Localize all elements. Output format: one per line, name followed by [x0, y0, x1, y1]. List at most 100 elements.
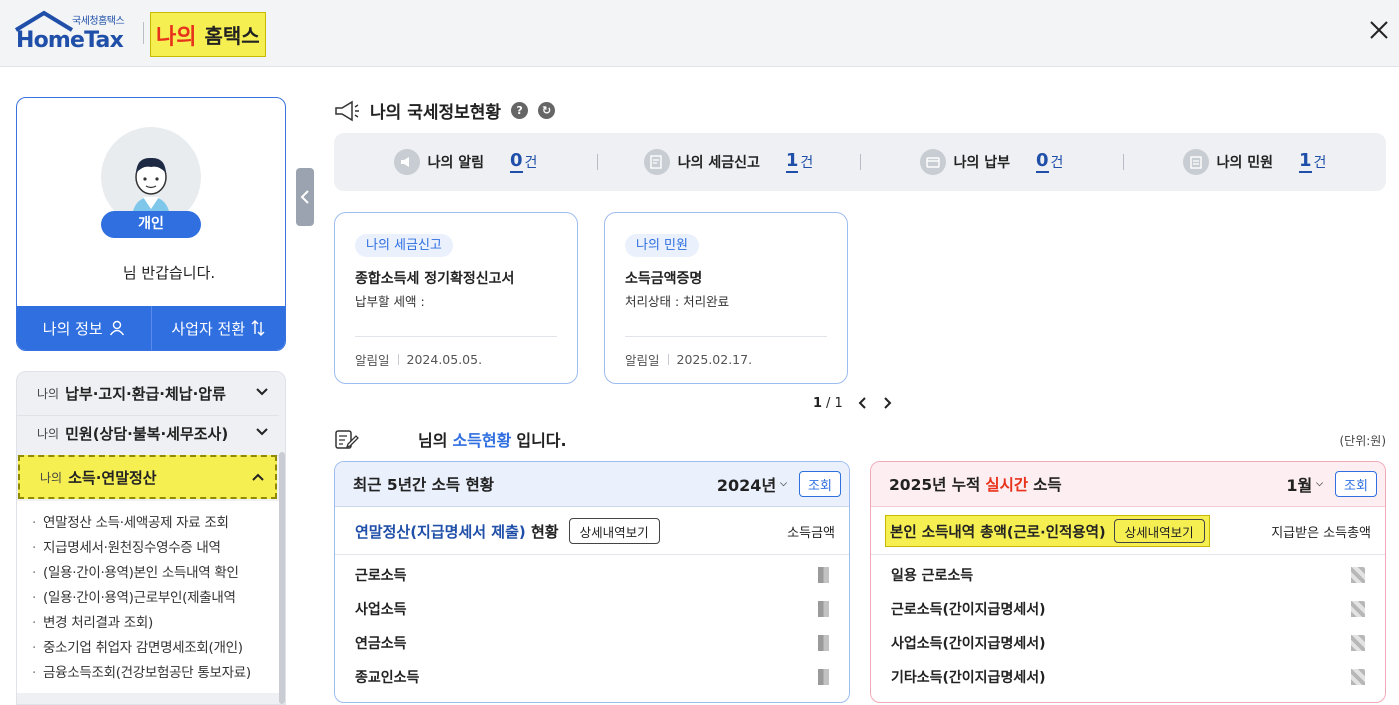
notice-date: 2024.05.05.: [406, 352, 483, 367]
document-pen-icon: [335, 430, 359, 449]
notice-card-civil[interactable]: 나의 민원 소득금액증명 처리상태 : 처리완료 알림일 2025.02.17.: [604, 212, 848, 384]
summary-count[interactable]: 1: [1298, 151, 1312, 173]
notice-subtext: 처리상태 : 처리완료: [625, 294, 730, 309]
summary-payment[interactable]: 나의 납부 0 건: [860, 149, 1123, 175]
year-select[interactable]: 2024년 ⌵: [717, 472, 787, 496]
summary-alerts[interactable]: 나의 알림 0 건: [334, 149, 597, 175]
income-row: 연금소득: [335, 626, 849, 660]
query-button[interactable]: 조회: [1335, 471, 1377, 497]
month-value: 1월: [1286, 476, 1313, 495]
switch-business-label: 사업자 전환: [171, 319, 246, 338]
submenu-item[interactable]: 금융소득조회(건강보험공단 통보자료): [17, 661, 279, 686]
refresh-icon[interactable]: ↻: [538, 102, 556, 119]
masked-value: [818, 567, 829, 583]
chevron-down-icon: [256, 428, 268, 436]
notice-divider: [625, 336, 827, 337]
column-header: 지급받은 소득총액: [1271, 525, 1371, 541]
my-info-button[interactable]: 나의 정보: [17, 306, 151, 350]
income-row: 종교인소득: [335, 660, 849, 694]
document-edit-icon: [643, 149, 670, 175]
menu-income[interactable]: 나의 소득·연말정산: [18, 455, 277, 499]
summary-count[interactable]: 0: [509, 151, 523, 173]
notice-title: 소득금액증명: [625, 271, 703, 287]
switch-business-button[interactable]: 사업자 전환: [150, 306, 286, 350]
collapse-sidebar-button[interactable]: [296, 168, 314, 226]
sub-title-black: 현황: [530, 522, 559, 541]
menu-prefix: 나의: [37, 387, 60, 401]
row-label: 기타소득(간이지급명세서): [891, 670, 1046, 686]
month-select[interactable]: 1월 ⌵: [1286, 472, 1323, 496]
row-label: 근로소득(간이지급명세서): [891, 602, 1046, 618]
hometax-logo[interactable]: 국세청홈택스 HomeTax: [14, 8, 136, 56]
alert-speaker-icon: [393, 149, 420, 175]
year-value: 2024년: [716, 476, 777, 495]
notice-date-label: 알림일: [355, 353, 390, 368]
notice-tag: 나의 민원: [625, 234, 699, 257]
menu-payment[interactable]: 나의 납부·고지·환급·체납·압류: [17, 372, 279, 416]
chevron-down-icon: ⌵: [1316, 479, 1323, 489]
menu-scrollbar[interactable]: [279, 452, 285, 704]
detail-view-button[interactable]: 상세내역보기: [1113, 519, 1205, 543]
summary-label: 나의 납부: [953, 155, 1010, 171]
my-hometax-na: 나의: [156, 24, 197, 50]
unit-note: (단위:원): [1339, 434, 1386, 448]
notice-date: 2025.02.17.: [676, 352, 753, 367]
submenu-item[interactable]: 중소기업 취업자 감면명세조회(개인): [17, 636, 279, 661]
logo-subtitle: 국세청홈택스: [72, 16, 125, 27]
close-icon: [1370, 21, 1388, 39]
date-separator: [397, 354, 399, 365]
masked-value: [1351, 567, 1365, 583]
submenu-item[interactable]: (일용·간이·용역)근로부인(제출내역: [17, 586, 279, 611]
profile-card: 개인 님 반갑습니다. 나의 정보 사업자 전환: [16, 97, 286, 351]
notice-date-row: 알림일 2025.02.17.: [625, 350, 752, 369]
box-title: 최근 5년간 소득 현황: [353, 476, 495, 494]
highlighted-total-title: 본인 소득내역 총액(근로·인적용역) 상세내역보기: [885, 515, 1210, 547]
pager-prev-button[interactable]: [853, 393, 873, 413]
income-section-title: 님의 소득현황 입니다.: [334, 427, 567, 451]
income-title-prefix: 님의: [418, 431, 448, 450]
submenu-item-continued[interactable]: 변경 처리결과 조회): [17, 611, 279, 636]
summary-tax-filing[interactable]: 나의 세금신고 1 건: [597, 149, 860, 175]
submenu-item[interactable]: 연말정산 소득·세액공제 자료 조회: [17, 511, 279, 536]
masked-value: [1351, 669, 1365, 685]
income-row: 사업소득(간이지급명세서): [871, 626, 1385, 660]
menu-civil[interactable]: 나의 민원(상담·불복·세무조사): [17, 412, 279, 456]
help-icon[interactable]: ?: [511, 102, 529, 119]
income-title-highlight: 소득현황: [452, 431, 512, 450]
year-end-settlement-title: 연말정산(지급명세서 제출) 현황: [349, 521, 559, 542]
column-header: 소득금액: [787, 525, 835, 541]
menu-label: 민원(상담·불복·세무조사): [65, 425, 229, 443]
summary-count[interactable]: 1: [785, 151, 799, 173]
notice-date-label: 알림일: [625, 353, 660, 368]
top-header: 국세청홈택스 HomeTax 나의 홈택스: [0, 0, 1399, 67]
notice-card-tax-filing[interactable]: 나의 세금신고 종합소득세 정기확정신고서 납부할 세액 : 알림일 2024.…: [334, 212, 578, 384]
summary-count[interactable]: 0: [1035, 151, 1049, 173]
menu-label: 소득·연말정산: [68, 468, 157, 487]
close-button[interactable]: [1363, 14, 1395, 46]
summary-unit: 건: [1050, 155, 1064, 171]
pager-next-button[interactable]: [877, 393, 897, 413]
masked-value: [818, 601, 829, 617]
masked-value: [1351, 635, 1365, 651]
submenu-item[interactable]: (일용·간이·용역)본인 소득내역 확인: [17, 561, 279, 586]
status-title: 나의 국세정보현황: [370, 103, 502, 123]
greeting-text: 님 반갑습니다.: [122, 264, 216, 282]
user-icon: [109, 320, 124, 336]
query-button[interactable]: 조회: [799, 471, 841, 497]
notice-pager: 1 / 1: [813, 393, 897, 413]
notice-divider: [355, 336, 557, 337]
megaphone-icon: [335, 100, 359, 121]
summary-civil[interactable]: 나의 민원 1 건: [1123, 149, 1386, 175]
payment-icon: [919, 149, 946, 175]
my-hometax-title[interactable]: 나의 홈택스: [150, 12, 266, 57]
chevron-down-icon: [256, 388, 268, 396]
submenu-item[interactable]: 지급명세서·원천징수영수증 내역: [17, 536, 279, 561]
income-rows: 근로소득 사업소득 연금소득 종교인소득: [335, 558, 849, 694]
divider: [871, 554, 1385, 555]
box-title-prefix: 2025년 누적: [889, 476, 981, 494]
summary-label: 나의 세금신고: [677, 155, 760, 171]
income-row: 일용 근로소득: [871, 558, 1385, 592]
detail-view-button[interactable]: 상세내역보기: [568, 518, 660, 544]
header-divider: [143, 22, 144, 44]
row-label: 근로소득: [355, 568, 407, 584]
